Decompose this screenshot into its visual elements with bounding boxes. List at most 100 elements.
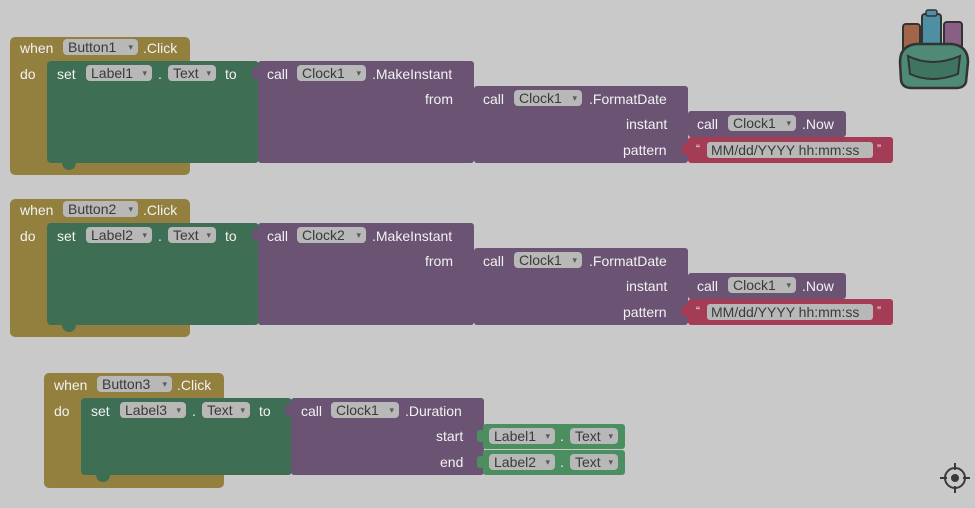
input-connector: [285, 404, 291, 416]
chevron-down-icon: ▾: [786, 280, 791, 290]
component-name: Clock1: [733, 277, 776, 293]
input-connector: [682, 143, 688, 155]
quote-open: “: [696, 142, 700, 156]
chevron-down-icon: ▾: [356, 68, 361, 78]
property-dropdown-text[interactable]: Text ▾: [168, 65, 216, 81]
component-name: Clock1: [519, 252, 562, 268]
input-connector: [682, 305, 688, 317]
call-keyword: call: [267, 66, 289, 82]
clock-dropdown-clock1[interactable]: Clock1 ▾: [331, 402, 399, 418]
input-connector: [468, 92, 474, 104]
call-keyword: call: [267, 228, 289, 244]
pattern-socket-label: pattern: [623, 304, 667, 320]
component-name: Label2: [91, 227, 134, 243]
clock-dropdown-clock1[interactable]: Clock1 ▾: [297, 65, 366, 81]
start-socket-label: start: [436, 428, 464, 444]
chevron-down-icon: ▾: [608, 457, 613, 467]
quote-close: ”: [877, 142, 881, 156]
when-keyword: when: [54, 377, 88, 393]
component-name: Clock1: [733, 115, 776, 131]
dot-separator: .: [560, 428, 564, 444]
property-dropdown-text[interactable]: Text ▾: [570, 454, 618, 470]
component-name: Label2: [494, 454, 537, 470]
crosshair-target-icon[interactable]: [939, 462, 971, 494]
set-keyword: set: [91, 403, 110, 419]
label-dropdown-label3[interactable]: Label3 ▾: [120, 402, 186, 418]
method-name: .MakeInstant: [372, 66, 453, 82]
component-name: Label1: [494, 428, 537, 444]
dot-separator: .: [158, 66, 162, 82]
component-dropdown-button2[interactable]: Button2 ▾: [63, 201, 138, 217]
pattern-text-field[interactable]: MM/dd/YYYY hh:mm:ss: [707, 304, 873, 320]
chevron-down-icon: ▾: [545, 457, 550, 467]
property-name: Text: [173, 227, 199, 243]
set-keyword: set: [57, 228, 76, 244]
chevron-down-icon: ▾: [206, 68, 211, 78]
chevron-down-icon: ▾: [142, 68, 147, 78]
label-dropdown-label2[interactable]: Label2 ▾: [489, 454, 555, 470]
component-name: Clock1: [336, 402, 379, 418]
pattern-text-field[interactable]: MM/dd/YYYY hh:mm:ss: [707, 142, 873, 158]
input-connector: [682, 279, 688, 291]
from-socket-label: from: [425, 91, 453, 107]
clock-dropdown-clock1[interactable]: Clock1 ▾: [728, 277, 796, 293]
component-name: Clock1: [302, 65, 345, 81]
label-dropdown-label2[interactable]: Label2 ▾: [86, 227, 152, 243]
property-name: Text: [575, 428, 601, 444]
method-name: .FormatDate: [589, 91, 667, 107]
input-connector: [682, 117, 688, 129]
chevron-down-icon: ▾: [162, 379, 167, 389]
chevron-down-icon: ▾: [572, 255, 577, 265]
when-keyword: when: [20, 202, 54, 218]
input-connector: [477, 456, 483, 468]
input-connector: [468, 254, 474, 266]
chevron-down-icon: ▾: [128, 204, 133, 214]
input-connector: [252, 229, 258, 241]
call-keyword: call: [697, 278, 719, 294]
clock-dropdown-clock1[interactable]: Clock1 ▾: [728, 115, 796, 131]
property-dropdown-text[interactable]: Text ▾: [570, 428, 618, 444]
chevron-down-icon: ▾: [128, 42, 133, 52]
end-socket-label: end: [440, 454, 464, 470]
component-name: Label3: [125, 402, 168, 418]
to-keyword: to: [259, 403, 271, 419]
component-name: Button1: [68, 39, 117, 55]
method-name: .MakeInstant: [372, 228, 453, 244]
chevron-down-icon: ▾: [608, 431, 613, 441]
clock-dropdown-clock1[interactable]: Clock1 ▾: [514, 252, 582, 268]
backpack-icon[interactable]: [896, 8, 970, 92]
chevron-down-icon: ▾: [389, 405, 394, 415]
do-keyword: do: [20, 66, 36, 82]
component-dropdown-button1[interactable]: Button1 ▾: [63, 39, 138, 55]
method-name: .Now: [802, 116, 834, 132]
call-keyword: call: [483, 91, 505, 107]
call-keyword: call: [301, 403, 323, 419]
clock-dropdown-clock2[interactable]: Clock2 ▾: [297, 227, 366, 243]
pattern-socket-label: pattern: [623, 142, 667, 158]
chevron-down-icon: ▾: [545, 431, 550, 441]
chevron-down-icon: ▾: [356, 230, 361, 240]
do-keyword: do: [54, 403, 70, 419]
component-name: Clock2: [302, 227, 345, 243]
method-name: .Now: [802, 278, 834, 294]
quote-close: ”: [877, 304, 881, 318]
component-name: Button3: [102, 376, 151, 392]
component-dropdown-button3[interactable]: Button3 ▾: [97, 376, 172, 392]
when-keyword: when: [20, 40, 54, 56]
property-dropdown-text[interactable]: Text ▾: [202, 402, 250, 418]
event-name: .Click: [177, 377, 212, 393]
clock-dropdown-clock1[interactable]: Clock1 ▾: [514, 90, 582, 106]
label-dropdown-label1[interactable]: Label1 ▾: [86, 65, 152, 81]
dot-separator: .: [158, 228, 162, 244]
to-keyword: to: [225, 66, 237, 82]
label-dropdown-label1[interactable]: Label1 ▾: [489, 428, 555, 444]
method-name: .FormatDate: [589, 253, 667, 269]
property-name: Text: [173, 65, 199, 81]
chevron-down-icon: ▾: [786, 118, 791, 128]
property-name: Text: [207, 402, 233, 418]
set-keyword: set: [57, 66, 76, 82]
property-name: Text: [575, 454, 601, 470]
call-keyword: call: [483, 253, 505, 269]
input-connector: [477, 430, 483, 442]
property-dropdown-text[interactable]: Text ▾: [168, 227, 216, 243]
